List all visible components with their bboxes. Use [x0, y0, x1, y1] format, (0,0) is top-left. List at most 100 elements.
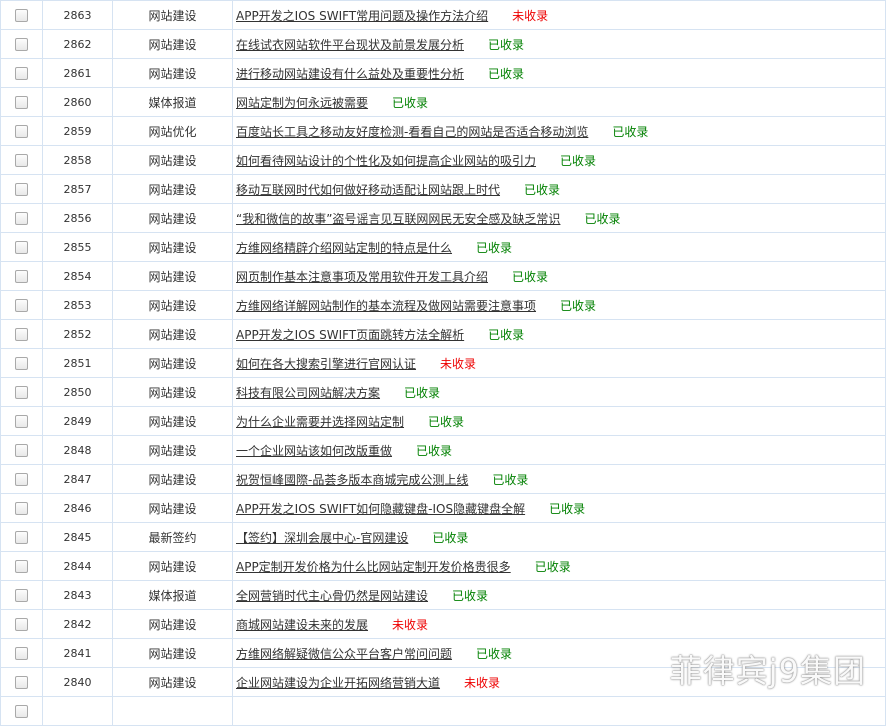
article-title-link[interactable]: APP开发之IOS SWIFT如何隐藏键盘-IOS隐藏键盘全解: [236, 502, 525, 516]
title-cell: 全网营销时代主心骨仍然是网站建设 已收录: [232, 580, 886, 610]
select-cell: [0, 609, 43, 639]
article-title-link[interactable]: 方维网络详解网站制作的基本流程及做网站需要注意事项: [236, 299, 536, 313]
table-row: 2842 网站建设 商城网站建设未来的发展 未收录: [0, 609, 886, 639]
article-title-link[interactable]: APP定制开发价格为什么比网站定制开发价格贵很多: [236, 560, 511, 574]
index-status: 已收录: [392, 95, 429, 110]
row-checkbox[interactable]: [15, 328, 28, 341]
row-checkbox[interactable]: [15, 473, 28, 486]
article-id: 2850: [42, 377, 113, 407]
row-checkbox[interactable]: [15, 9, 28, 22]
article-category: 网站建设: [112, 0, 233, 30]
select-cell: [0, 406, 43, 436]
row-checkbox[interactable]: [15, 415, 28, 428]
title-cell: 百度站长工具之移动友好度检测-看看自己的网站是否适合移动浏览 已收录: [232, 116, 886, 146]
article-category: [112, 696, 233, 726]
article-title-link[interactable]: APP开发之IOS SWIFT常用问题及操作方法介绍: [236, 9, 488, 23]
title-cell: 为什么企业需要并选择网站定制 已收录: [232, 406, 886, 436]
row-checkbox[interactable]: [15, 183, 28, 196]
row-checkbox[interactable]: [15, 125, 28, 138]
title-cell: 网站定制为何永远被需要 已收录: [232, 87, 886, 117]
article-category: 网站建设: [112, 377, 233, 407]
row-checkbox[interactable]: [15, 96, 28, 109]
row-checkbox[interactable]: [15, 705, 28, 718]
row-checkbox[interactable]: [15, 444, 28, 457]
index-status: 已收录: [492, 472, 529, 487]
title-cell: 商城网站建设未来的发展 未收录: [232, 609, 886, 639]
row-checkbox[interactable]: [15, 357, 28, 370]
article-title-link[interactable]: 【签约】深圳会展中心-官网建设: [236, 531, 408, 545]
index-status: 已收录: [488, 327, 525, 342]
row-checkbox[interactable]: [15, 241, 28, 254]
select-cell: [0, 87, 43, 117]
article-title-link[interactable]: 全网营销时代主心骨仍然是网站建设: [236, 589, 428, 603]
select-cell: [0, 58, 43, 88]
table-row: 2855 网站建设 方维网络精辟介绍网站定制的特点是什么 已收录: [0, 232, 886, 262]
row-checkbox[interactable]: [15, 502, 28, 515]
row-checkbox[interactable]: [15, 560, 28, 573]
row-checkbox[interactable]: [15, 676, 28, 689]
table-row: 2854 网站建设 网页制作基本注意事项及常用软件开发工具介绍 已收录: [0, 261, 886, 291]
article-title-link[interactable]: 祝贺恒峰國際-品荟多版本商城完成公测上线: [236, 473, 468, 487]
article-id: 2847: [42, 464, 113, 494]
article-category: 网站优化: [112, 116, 233, 146]
article-id: 2843: [42, 580, 113, 610]
title-cell: [232, 696, 886, 726]
article-title-link[interactable]: 商城网站建设未来的发展: [236, 618, 368, 632]
article-id: 2841: [42, 638, 113, 668]
table-row: 2843 媒体报道 全网营销时代主心骨仍然是网站建设 已收录: [0, 580, 886, 610]
article-id: 2858: [42, 145, 113, 175]
index-status: 未收录: [512, 8, 549, 23]
select-cell: [0, 348, 43, 378]
select-cell: [0, 203, 43, 233]
article-title-link[interactable]: 方维网络解疑微信公众平台客户常问问题: [236, 647, 452, 661]
article-category: 媒体报道: [112, 87, 233, 117]
article-title-link[interactable]: 百度站长工具之移动友好度检测-看看自己的网站是否适合移动浏览: [236, 125, 588, 139]
select-cell: [0, 551, 43, 581]
article-title-link[interactable]: 科技有限公司网站解决方案: [236, 386, 380, 400]
index-status: 已收录: [476, 646, 513, 661]
row-checkbox[interactable]: [15, 154, 28, 167]
article-title-link[interactable]: 在线试衣网站软件平台现状及前景发展分析: [236, 38, 464, 52]
table-row: 2862 网站建设 在线试衣网站软件平台现状及前景发展分析 已收录: [0, 29, 886, 59]
row-checkbox[interactable]: [15, 618, 28, 631]
row-checkbox[interactable]: [15, 270, 28, 283]
row-checkbox[interactable]: [15, 38, 28, 51]
article-title-link[interactable]: 如何在各大搜索引擎进行官网认证: [236, 357, 416, 371]
article-title-link[interactable]: 移动互联网时代如何做好移动适配让网站跟上时代: [236, 183, 500, 197]
index-status: 已收录: [428, 414, 465, 429]
row-checkbox[interactable]: [15, 386, 28, 399]
article-category: 网站建设: [112, 493, 233, 523]
article-title-link[interactable]: “我和微信的故事”盗号谣言见互联网网民无安全感及缺乏常识: [236, 212, 560, 226]
article-title-link[interactable]: 进行移动网站建设有什么益处及重要性分析: [236, 67, 464, 81]
article-title-link[interactable]: 方维网络精辟介绍网站定制的特点是什么: [236, 241, 452, 255]
article-category: 网站建设: [112, 667, 233, 697]
article-title-link[interactable]: 一个企业网站该如何改版重做: [236, 444, 392, 458]
row-checkbox[interactable]: [15, 299, 28, 312]
article-id: 2854: [42, 261, 113, 291]
select-cell: [0, 464, 43, 494]
index-status: 已收录: [488, 37, 525, 52]
row-checkbox[interactable]: [15, 531, 28, 544]
article-title-link[interactable]: 网站定制为何永远被需要: [236, 96, 368, 110]
select-cell: [0, 261, 43, 291]
row-checkbox[interactable]: [15, 67, 28, 80]
select-cell: [0, 522, 43, 552]
select-cell: [0, 667, 43, 697]
article-category: 网站建设: [112, 551, 233, 581]
row-checkbox[interactable]: [15, 212, 28, 225]
index-status: 已收录: [404, 385, 441, 400]
title-cell: APP开发之IOS SWIFT如何隐藏键盘-IOS隐藏键盘全解 已收录: [232, 493, 886, 523]
row-checkbox[interactable]: [15, 589, 28, 602]
article-title-link[interactable]: 如何看待网站设计的个性化及如何提高企业网站的吸引力: [236, 154, 536, 168]
select-cell: [0, 580, 43, 610]
table-row: 2848 网站建设 一个企业网站该如何改版重做 已收录: [0, 435, 886, 465]
index-status: 已收录: [524, 182, 561, 197]
article-title-link[interactable]: 为什么企业需要并选择网站定制: [236, 415, 404, 429]
table-row: 2857 网站建设 移动互联网时代如何做好移动适配让网站跟上时代 已收录: [0, 174, 886, 204]
row-checkbox[interactable]: [15, 647, 28, 660]
watermark: 菲律宾j9集团: [669, 652, 866, 690]
article-title-link[interactable]: 网页制作基本注意事项及常用软件开发工具介绍: [236, 270, 488, 284]
article-title-link[interactable]: 企业网站建设为企业开拓网络营销大道: [236, 676, 440, 690]
title-cell: 科技有限公司网站解决方案 已收录: [232, 377, 886, 407]
article-title-link[interactable]: APP开发之IOS SWIFT页面跳转方法全解析: [236, 328, 464, 342]
